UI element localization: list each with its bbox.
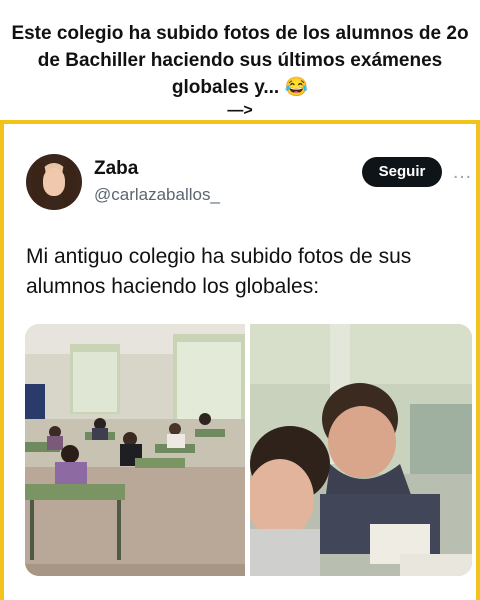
caption-line-1: Este colegio ha subido fotos de los alum… (11, 23, 469, 44)
more-options-icon[interactable]: … (452, 161, 473, 184)
classroom-image (25, 324, 245, 576)
meme-caption: Este colegio ha subido fotos de los alum… (0, 20, 480, 121)
tweet-text: Mi antiguo colegio ha subido fotos de su… (26, 245, 412, 298)
caption-line-2: de Bachiller haciendo sus últimos exámen… (37, 50, 443, 71)
classroom-photo[interactable] (25, 324, 245, 576)
author-name[interactable]: Zaba (94, 158, 138, 180)
caption-arrow: —> (227, 102, 253, 119)
tweet-card: Zaba @carlazaballos_ Seguir … Mi antiguo… (0, 120, 480, 600)
caption-line-3: globales y... 😂 (171, 77, 309, 98)
crying-student-photo[interactable] (250, 324, 472, 576)
author-handle[interactable]: @carlazaballos_ (94, 185, 220, 205)
follow-button[interactable]: Seguir (362, 157, 442, 187)
avatar[interactable] (26, 154, 82, 210)
crying-student-image (250, 324, 472, 576)
